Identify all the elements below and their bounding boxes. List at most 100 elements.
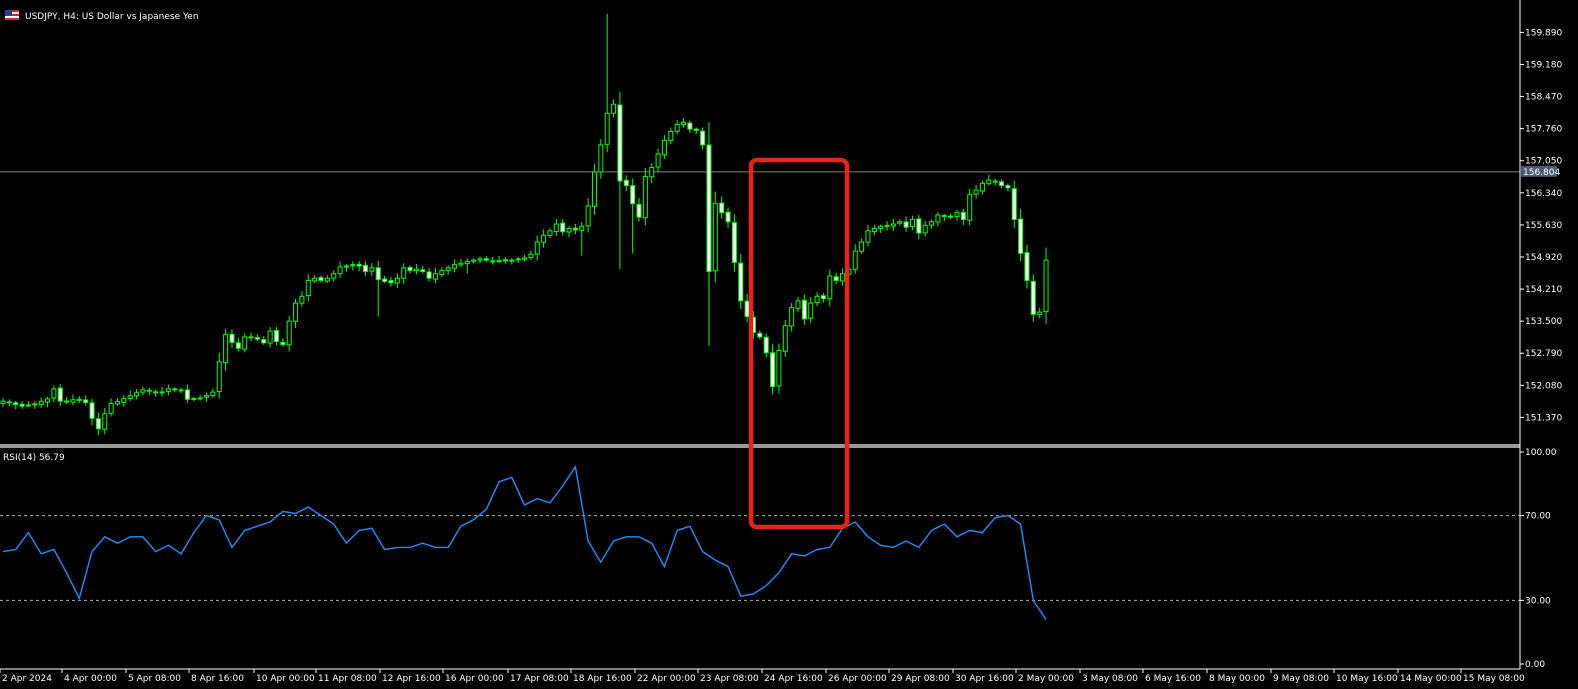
- time-tick-label: 5 Apr 08:00: [128, 674, 181, 684]
- candle-body-bull: [114, 401, 120, 405]
- candle-body-bull: [458, 262, 464, 266]
- price-tick-label: 159.890: [1525, 28, 1562, 38]
- time-tick-label: 8 May 00:00: [1209, 674, 1265, 684]
- candle-body-bear: [1018, 218, 1024, 254]
- candle-body-bear: [248, 336, 254, 339]
- candle-body-bull: [598, 144, 604, 173]
- candle-body-bear: [941, 214, 947, 217]
- time-tick-label: 2 Apr 2024: [2, 674, 52, 684]
- candle-body-bull: [591, 171, 597, 207]
- candle-body-bull: [204, 395, 210, 398]
- candle-body-bear: [420, 269, 426, 272]
- candle-body-bear: [744, 300, 750, 318]
- time-tick-label: 6 May 16:00: [1145, 674, 1201, 684]
- candle-body-bear: [356, 263, 362, 267]
- candle-body-bull: [0, 400, 6, 404]
- candle-body-bull: [795, 300, 801, 309]
- panel-separator[interactable]: [0, 444, 1520, 448]
- candle-body-bull: [611, 103, 617, 114]
- candle-body-bear: [757, 332, 763, 338]
- price-tick-label: 155.630: [1525, 221, 1562, 231]
- candle-body-bear: [700, 130, 706, 146]
- time-tick-label: 10 May 16:00: [1336, 674, 1398, 684]
- candle-body-bear: [948, 215, 954, 218]
- candle-body-bull: [986, 179, 992, 185]
- candle-body-bear: [833, 276, 839, 281]
- price-tick-label: 154.210: [1525, 285, 1562, 295]
- time-tick-label: 17 Apr 08:00: [510, 674, 569, 684]
- candle-body-bull: [929, 221, 935, 226]
- time-tick-label: 15 May 08:00: [1463, 674, 1525, 684]
- candle-body-bull: [655, 153, 661, 168]
- candle-body-bull: [884, 224, 890, 227]
- candle-body-bear: [483, 258, 489, 261]
- candle-body-bull: [1043, 259, 1049, 313]
- candle-body-bear: [382, 278, 388, 282]
- flag-icon: [5, 10, 19, 20]
- rsi-tick-label: 0.00: [1525, 660, 1545, 670]
- candle-body-bull: [935, 214, 941, 223]
- candle: [642, 168, 648, 226]
- candle-body-bear: [999, 181, 1005, 187]
- candle-body-bull: [1037, 311, 1043, 315]
- candle-body-bear: [191, 398, 197, 401]
- candle-body-bear: [254, 337, 260, 340]
- rsi-tick-label: 30.00: [1525, 596, 1551, 606]
- time-tick-label: 8 Apr 16:00: [191, 674, 244, 684]
- candle-body-bear: [1005, 185, 1011, 189]
- candle-body-bear: [375, 267, 381, 281]
- price-tick-label: 151.370: [1525, 413, 1562, 423]
- candle-body-bull: [712, 203, 718, 272]
- candle-body-bear: [560, 222, 566, 233]
- candle-body-bull: [973, 189, 979, 195]
- candle-body-bull: [477, 258, 483, 261]
- candle-body-bear: [426, 271, 432, 279]
- candle-body-bear: [318, 277, 324, 281]
- candle-body-bull: [585, 205, 591, 227]
- chart-title: USDJPY, H4: US Dollar vs Japanese Yen: [25, 12, 199, 22]
- candle-body-bull: [25, 404, 31, 407]
- candle-body-bull: [127, 395, 133, 399]
- candle: [967, 188, 973, 226]
- candle-body-bull: [814, 295, 820, 304]
- candle-body-bull: [305, 279, 311, 297]
- candle-body-bull: [140, 389, 146, 393]
- candle-body-bull: [579, 225, 585, 231]
- candle-body-bear: [693, 128, 699, 131]
- candle-body-bear: [623, 179, 629, 187]
- candle-body-bull: [76, 398, 82, 401]
- candle-body-bull: [197, 397, 203, 400]
- candle-body-bull: [369, 267, 375, 272]
- candle-body-bear: [57, 387, 63, 402]
- candle-body-bull: [413, 268, 419, 272]
- candle-body-bull: [541, 234, 547, 243]
- chart-window[interactable]: USDJPY, H4: US Dollar vs Japanese Yen 15…: [0, 0, 1578, 689]
- candle-body-bull: [674, 124, 680, 132]
- candle-body-bear: [960, 211, 966, 220]
- candle-body-bull: [566, 228, 572, 233]
- time-tick-label: 24 Apr 16:00: [764, 674, 823, 684]
- candle-body-bull: [51, 388, 57, 399]
- bid-badge-label: 156.804: [1523, 168, 1560, 178]
- price-tick-label: 156.340: [1525, 189, 1562, 199]
- candle-body-bear: [770, 352, 776, 388]
- candle-body-bear: [235, 342, 241, 349]
- candle-body-bear: [801, 299, 807, 320]
- candle-body-bear: [738, 262, 744, 302]
- candle-body-bull: [890, 223, 896, 227]
- candle-body-bear: [1024, 252, 1030, 281]
- candle-body-bull: [331, 273, 337, 279]
- candle-body-bull: [102, 413, 108, 430]
- time-tick-label: 2 May 00:00: [1018, 674, 1074, 684]
- candle-body-bull: [522, 257, 528, 260]
- candle-body-bull: [515, 258, 521, 261]
- candle-body-bear: [630, 185, 636, 205]
- time-tick-label: 11 Apr 08:00: [318, 674, 377, 684]
- candle-body-bull: [299, 295, 305, 304]
- candle-body-bear: [64, 400, 70, 403]
- candle-body-bull: [553, 223, 559, 232]
- candle-body-bear: [229, 333, 235, 343]
- time-tick-label: 14 May 00:00: [1400, 674, 1462, 684]
- candle-body-bear: [916, 218, 922, 234]
- candle-body-bull: [808, 302, 814, 319]
